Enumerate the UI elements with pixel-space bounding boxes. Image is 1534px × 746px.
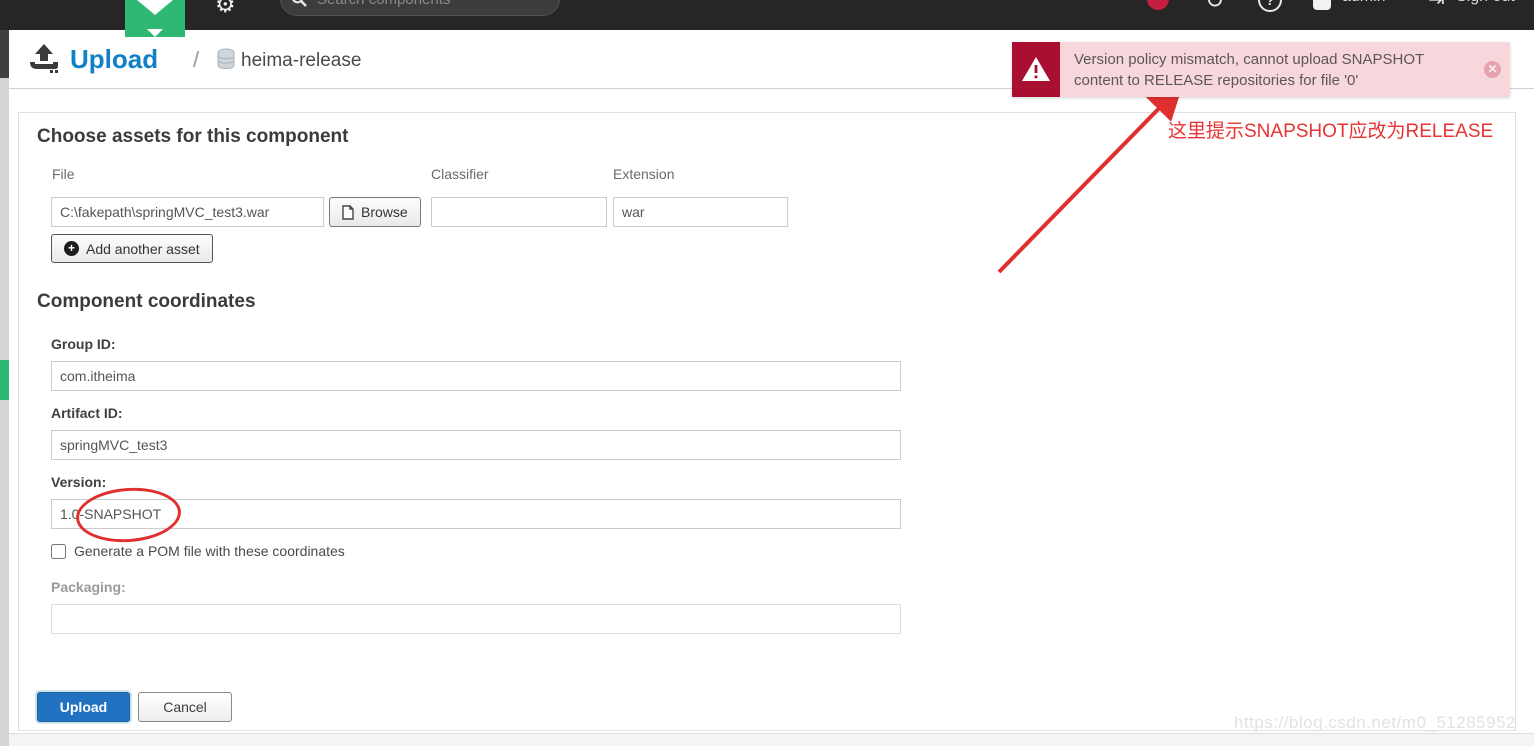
notification-badge-icon[interactable] (1147, 0, 1169, 10)
generate-pom-label: Generate a POM file with these coordinat… (74, 543, 345, 559)
sidebar-active-indicator (0, 360, 9, 400)
packaging-label: Packaging: (51, 579, 126, 595)
add-asset-label: Add another asset (86, 241, 200, 257)
repository-icon (215, 48, 237, 70)
upload-icon (28, 43, 60, 73)
assets-heading: Choose assets for this component (37, 126, 348, 148)
file-icon (342, 205, 354, 220)
watermark: https://blog.csdn.net/m0_51285952 (1234, 713, 1516, 733)
artifact-id-label: Artifact ID: (51, 405, 123, 421)
upload-form-panel: Choose assets for this component File Cl… (18, 112, 1516, 731)
page-title[interactable]: Upload (70, 44, 158, 75)
user-menu[interactable]: admin (1342, 0, 1386, 6)
refresh-icon[interactable]: ↻ (1205, 0, 1224, 14)
sign-out-icon[interactable]: ⇥ (1428, 0, 1445, 12)
extension-input[interactable] (613, 197, 788, 227)
add-asset-button[interactable]: + Add another asset (51, 234, 213, 263)
footer-strip (0, 733, 1534, 746)
nexus-logo-icon[interactable] (125, 0, 185, 37)
upload-button[interactable]: Upload (37, 692, 130, 722)
group-id-input[interactable] (51, 361, 901, 391)
coordinates-heading: Component coordinates (37, 291, 256, 313)
artifact-id-input[interactable] (51, 430, 901, 460)
file-label: File (52, 166, 75, 182)
user-icon[interactable] (1313, 0, 1331, 10)
help-icon[interactable]: ? (1258, 0, 1282, 12)
packaging-input (51, 604, 901, 634)
error-notification: Version policy mismatch, cannot upload S… (1012, 42, 1510, 97)
classifier-input[interactable] (431, 197, 607, 227)
breadcrumb-repository: heima-release (241, 50, 361, 72)
annotation-arrow (985, 82, 1195, 282)
warning-icon (1012, 42, 1060, 97)
group-id-label: Group ID: (51, 336, 116, 352)
search-input[interactable] (315, 0, 519, 9)
generate-pom-checkbox[interactable] (51, 544, 66, 559)
browse-button[interactable]: Browse (329, 197, 421, 227)
top-bar: ⚙ ↻ ? admin ⇥ Sign out (0, 0, 1534, 30)
gear-icon[interactable]: ⚙ (215, 0, 236, 18)
version-label: Version: (51, 474, 106, 490)
cancel-button[interactable]: Cancel (138, 692, 232, 722)
search-box[interactable] (280, 0, 560, 16)
search-icon (291, 0, 307, 7)
sidebar-top-segment (0, 30, 9, 78)
error-message: Version policy mismatch, cannot upload S… (1060, 42, 1510, 97)
breadcrumb-separator: / (193, 47, 199, 73)
browse-label: Browse (361, 204, 408, 220)
extension-label: Extension (613, 166, 674, 182)
classifier-label: Classifier (431, 166, 489, 182)
close-icon[interactable]: ✕ (1484, 61, 1501, 78)
generate-pom-row: Generate a POM file with these coordinat… (51, 543, 345, 559)
annotation-text: 这里提示SNAPSHOT应改为RELEASE (1168, 116, 1493, 143)
file-input[interactable] (51, 197, 324, 227)
plus-circle-icon: + (64, 241, 79, 256)
collapsed-sidebar[interactable] (0, 30, 9, 746)
sign-out-button[interactable]: Sign out (1456, 0, 1515, 6)
